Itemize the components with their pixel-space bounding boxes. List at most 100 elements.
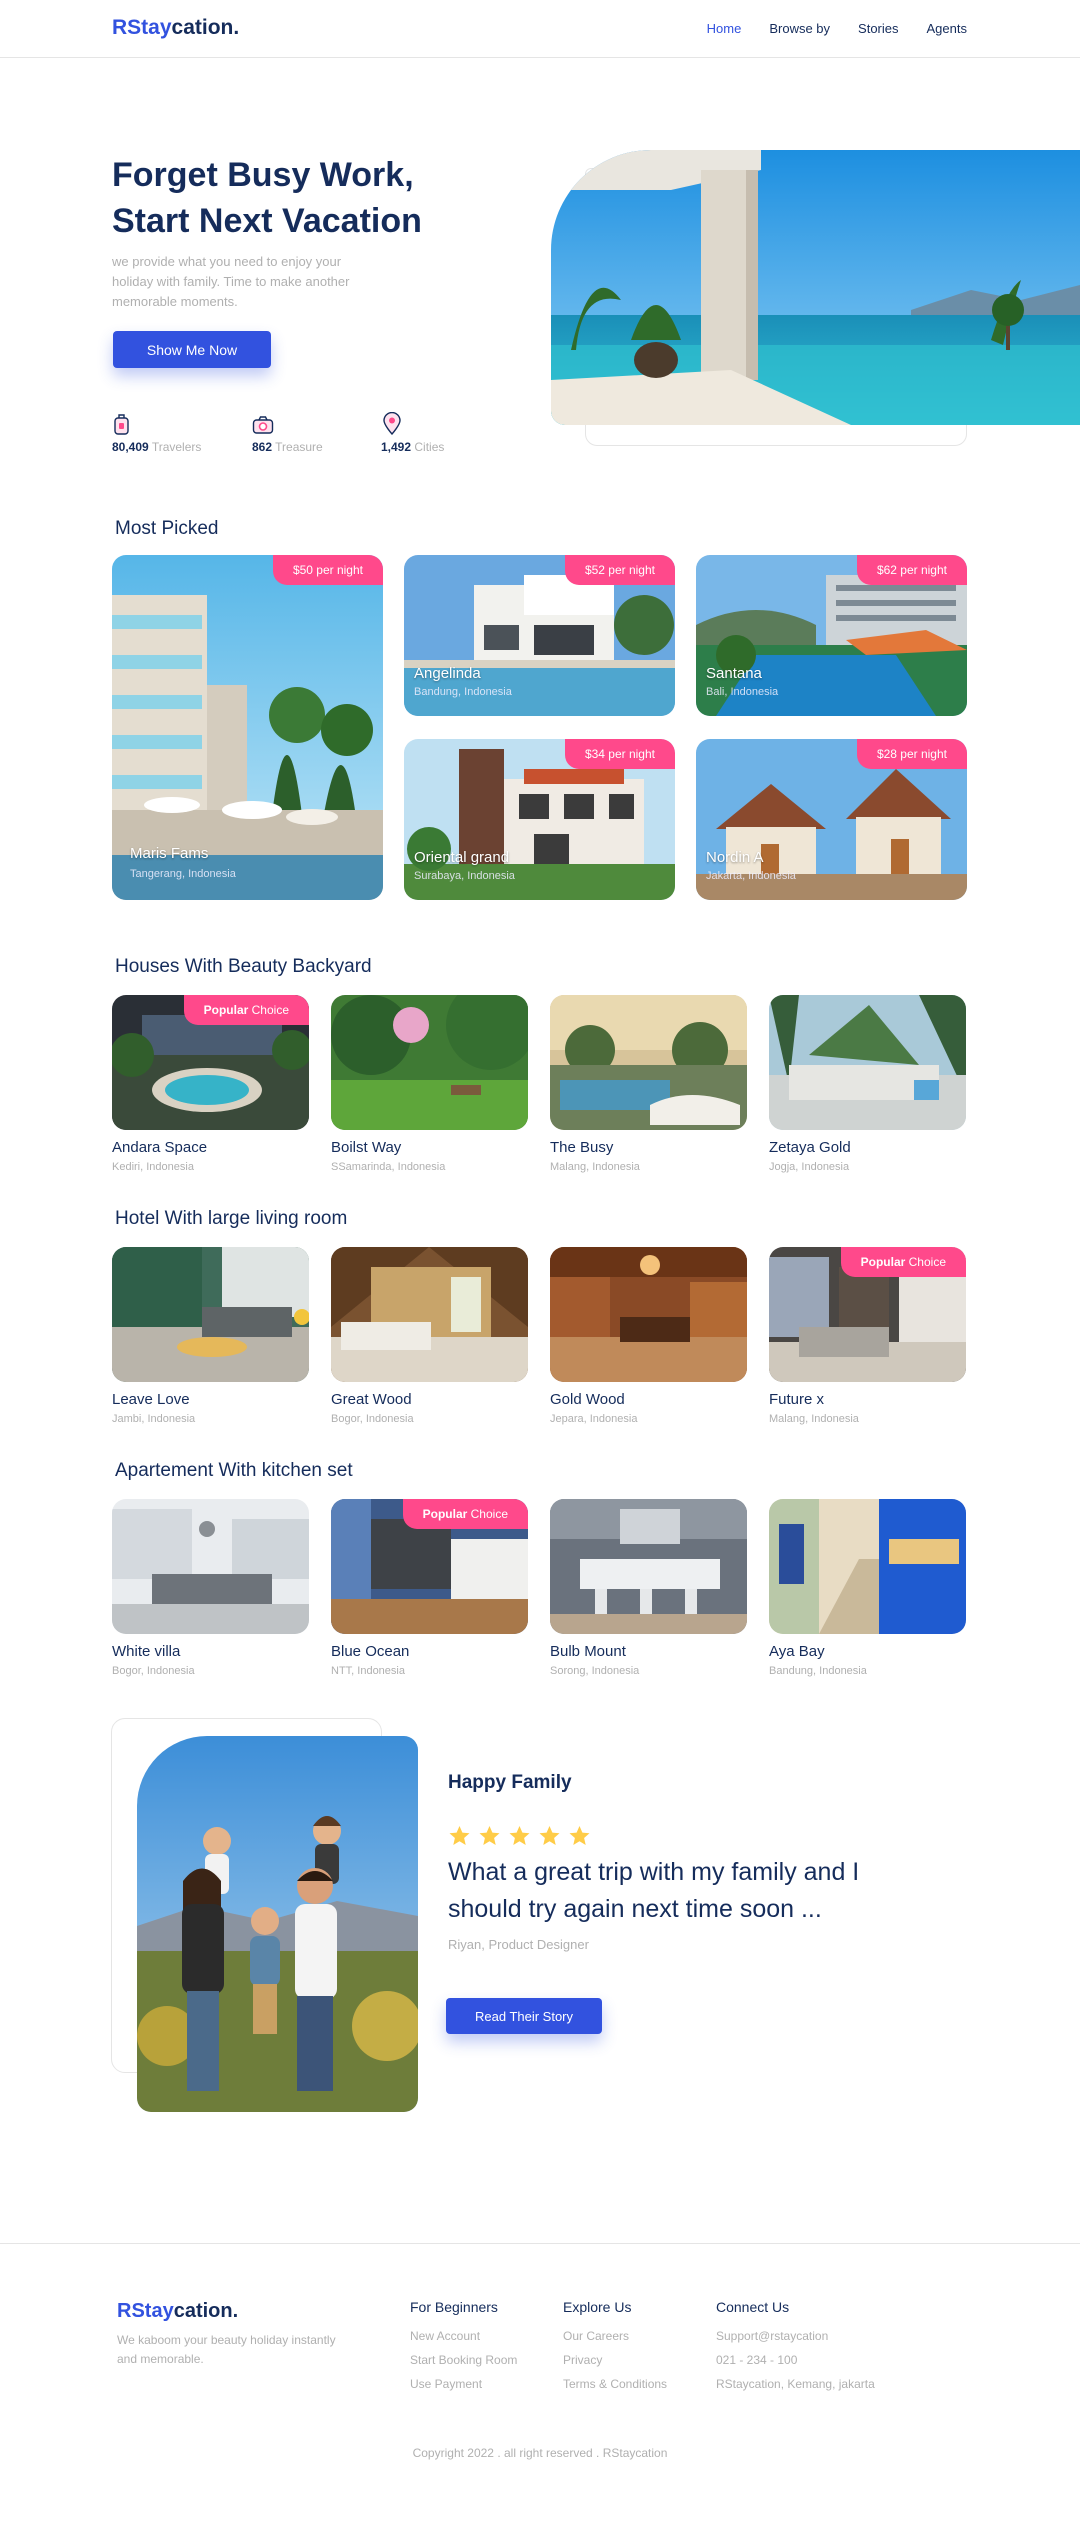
category-card[interactable]: Popular Choice Andara Space Kediri, Indo… (112, 995, 309, 1173)
stat-cities: 1,492 Cities (381, 412, 444, 454)
category-card[interactable]: Popular Choice Blue Ocean NTT, Indonesia (331, 1499, 528, 1677)
star-icon (479, 1826, 500, 1845)
price-tag: $28 per night (856, 739, 967, 769)
price-tag: $50 per night (272, 555, 383, 585)
stat-treasure-value: 862 (252, 440, 273, 454)
main-nav: Home Browse by Stories Agents (707, 21, 967, 36)
footer-link-support-email[interactable]: Support@rstaycation (716, 2329, 875, 2343)
card-name: Blue Ocean (331, 1643, 410, 1660)
card-photo (550, 1499, 747, 1634)
card-photo (331, 995, 528, 1130)
most-picked-card[interactable]: $50 per night Maris Fams Tangerang, Indo… (112, 555, 383, 900)
hero-image-villa-pool (551, 150, 1080, 425)
star-rating (447, 1824, 592, 1848)
stat-treasure-label: Treasure (275, 440, 323, 454)
card-photo (550, 995, 747, 1130)
card-location: Bogor, Indonesia (112, 1665, 195, 1677)
footer-link-use-payment[interactable]: Use Payment (410, 2377, 517, 2391)
category-card[interactable]: Leave Love Jambi, Indonesia (112, 1247, 309, 1425)
card-name: Boilst Way (331, 1139, 402, 1156)
footer-col-title: Connect Us (716, 2299, 790, 2315)
copyright-text: Copyright 2022 . all right reserved . RS… (412, 2446, 668, 2460)
category-card[interactable]: The Busy Malang, Indonesia (550, 995, 747, 1173)
star-icon (569, 1826, 590, 1845)
footer-col-explore-us: Explore Us Our Careers Privacy Terms & C… (563, 2299, 667, 2401)
most-picked-card[interactable]: $62 per night Santana Bali, Indonesia (696, 555, 967, 716)
category-card[interactable]: Great Wood Bogor, Indonesia (331, 1247, 528, 1425)
footer-link-terms[interactable]: Terms & Conditions (563, 2377, 667, 2391)
nav-browse-by[interactable]: Browse by (769, 21, 830, 36)
footer-logo-accent: RStay (117, 2300, 174, 2322)
badge-rest: Choice (908, 1255, 946, 1269)
category-card[interactable]: Popular Choice Future x Malang, Indonesi… (769, 1247, 966, 1425)
hero-title-line-2: Start Next Vacation (112, 202, 422, 240)
most-picked-location: Jakarta, Indonesia (706, 870, 796, 882)
category-card[interactable]: Aya Bay Bandung, Indonesia (769, 1499, 966, 1677)
most-picked-card[interactable]: $52 per night Angelinda Bandung, Indones… (404, 555, 675, 716)
category-card[interactable]: White villa Bogor, Indonesia (112, 1499, 309, 1677)
price-tag: $34 per night (564, 739, 675, 769)
read-their-story-button[interactable]: Read Their Story (446, 1998, 602, 2034)
nav-home[interactable]: Home (707, 21, 742, 36)
card-name: Aya Bay (769, 1643, 825, 1660)
card-photo: Popular Choice (331, 1499, 528, 1634)
card-location: Jepara, Indonesia (550, 1413, 638, 1425)
category-title: Apartement With kitchen set (115, 1460, 353, 1481)
hero-title: Forget Busy Work, Start Next Vacation (112, 152, 422, 244)
footer-brand-logo[interactable]: RStaycation. (117, 2300, 238, 2323)
most-picked-name: Maris Fams (130, 845, 209, 862)
footer-col-title: For Beginners (410, 2299, 498, 2315)
most-picked-name: Nordin A (706, 849, 764, 866)
nav-stories[interactable]: Stories (858, 21, 898, 36)
most-picked-name: Oriental grand (414, 849, 510, 866)
card-name: Future x (769, 1391, 825, 1408)
most-picked-location: Tangerang, Indonesia (130, 868, 236, 880)
footer-link-new-account[interactable]: New Account (410, 2329, 517, 2343)
footer-link-address[interactable]: RStaycation, Kemang, jakarta (716, 2377, 875, 2391)
testimonial-heading: Happy Family (448, 1772, 572, 1793)
card-location: Bogor, Indonesia (331, 1413, 414, 1425)
card-photo (769, 995, 966, 1130)
card-name: White villa (112, 1643, 181, 1660)
most-picked-location: Bali, Indonesia (706, 686, 779, 698)
card-location: Jambi, Indonesia (112, 1413, 196, 1425)
footer-col-for-beginners: For Beginners New Account Start Booking … (410, 2299, 517, 2401)
badge-strong: Popular (860, 1255, 906, 1269)
most-picked-name: Angelinda (414, 665, 481, 682)
footer-divider (0, 2243, 1080, 2244)
category-card[interactable]: Zetaya Gold Jogja, Indonesia (769, 995, 966, 1173)
hero-subtitle: we provide what you need to enjoy your h… (112, 254, 350, 309)
card-location: Malang, Indonesia (550, 1161, 640, 1173)
most-picked-card[interactable]: $34 per night Oriental grand Surabaya, I… (404, 739, 675, 900)
card-name: Leave Love (112, 1391, 190, 1408)
brand-logo[interactable]: RStaycation. (112, 16, 239, 40)
card-location: SSamarinda, Indonesia (331, 1161, 446, 1173)
star-icon (539, 1826, 560, 1845)
category-card[interactable]: Boilst Way SSamarinda, Indonesia (331, 995, 528, 1173)
card-photo (112, 1499, 309, 1634)
card-location: Bandung, Indonesia (769, 1665, 867, 1677)
traveler-luggage-icon (114, 414, 129, 435)
footer-link-phone[interactable]: 021 - 234 - 100 (716, 2353, 875, 2367)
brand-logo-rest: cation. (171, 16, 240, 39)
popular-choice-badge: Popular Choice (183, 995, 309, 1025)
footer-link-privacy[interactable]: Privacy (563, 2353, 667, 2367)
category-card[interactable]: Bulb Mount Sorong, Indonesia (550, 1499, 747, 1677)
footer-link-our-careers[interactable]: Our Careers (563, 2329, 667, 2343)
card-photo (550, 1247, 747, 1382)
most-picked-location: Surabaya, Indonesia (414, 870, 515, 882)
stat-travelers: 80,409 Travelers (112, 412, 201, 454)
card-location: Jogja, Indonesia (769, 1161, 850, 1173)
popular-choice-badge: Popular Choice (402, 1499, 528, 1529)
show-me-now-button[interactable]: Show Me Now (113, 331, 271, 368)
footer-logo-rest: cation. (173, 2300, 239, 2322)
category-card[interactable]: Gold Wood Jepara, Indonesia (550, 1247, 747, 1425)
star-icon (509, 1826, 530, 1845)
nav-agents[interactable]: Agents (927, 21, 967, 36)
card-location: Malang, Indonesia (769, 1413, 859, 1425)
badge-rest: Choice (251, 1003, 289, 1017)
footer-link-start-booking-room[interactable]: Start Booking Room (410, 2353, 517, 2367)
card-location: Sorong, Indonesia (550, 1665, 640, 1677)
most-picked-card[interactable]: $28 per night Nordin A Jakarta, Indonesi… (696, 739, 967, 900)
card-location: NTT, Indonesia (331, 1665, 405, 1677)
